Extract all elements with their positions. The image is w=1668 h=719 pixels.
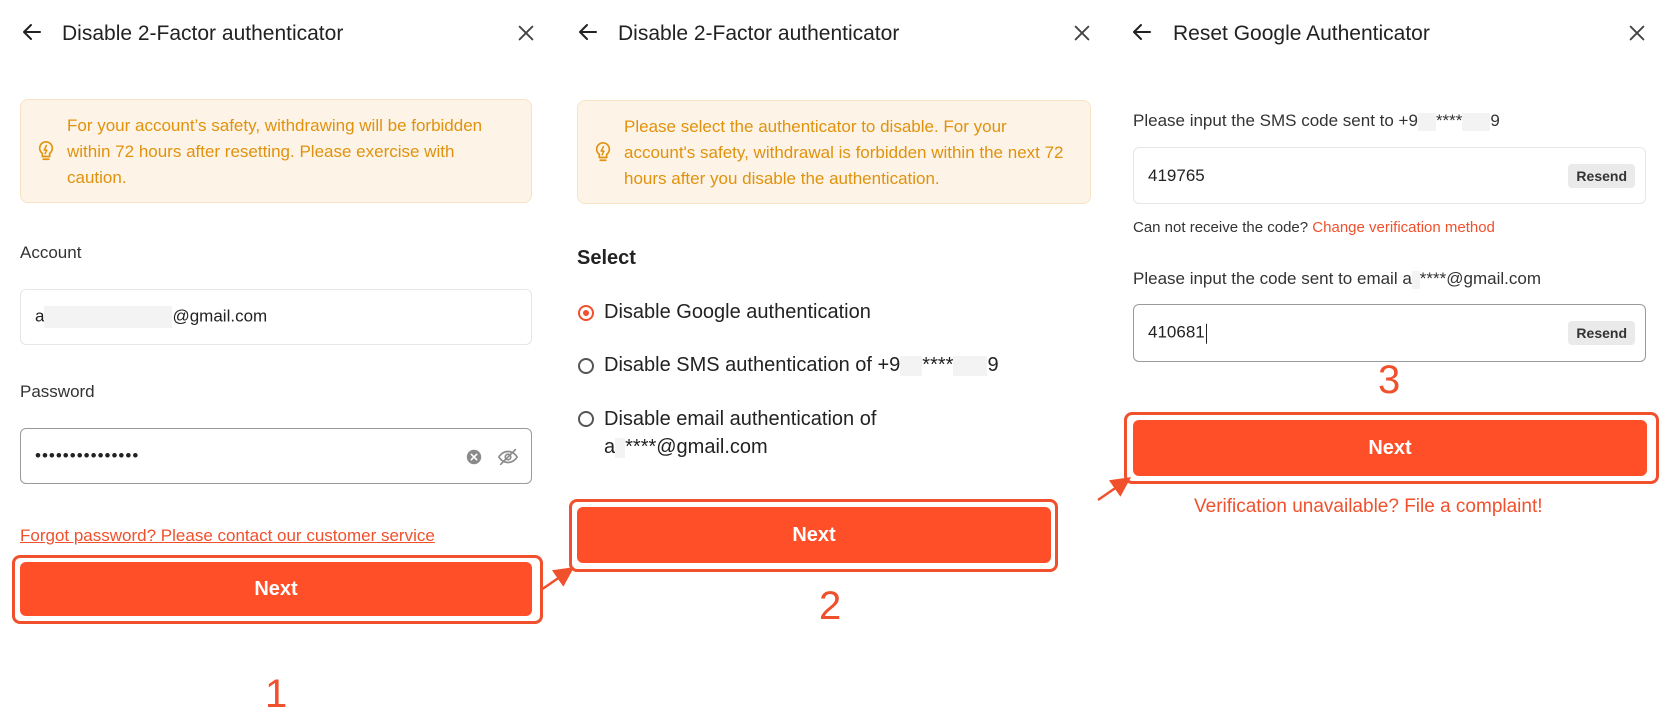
password-field[interactable]: ••••••••••••••• bbox=[20, 428, 532, 484]
notice-text: For your account’s safety, withdrawing w… bbox=[67, 116, 483, 187]
option-label: Disable SMS authentication of +9 bbox=[604, 354, 901, 376]
lightbulb-icon bbox=[595, 142, 611, 162]
next-button[interactable]: Next bbox=[577, 507, 1051, 563]
change-method-link[interactable]: Change verification method bbox=[1312, 219, 1495, 236]
radio-button[interactable] bbox=[578, 358, 594, 374]
account-prefix: a bbox=[35, 306, 45, 326]
radio-button[interactable] bbox=[578, 411, 594, 427]
back-arrow-icon[interactable] bbox=[20, 20, 44, 44]
sms-code-value: 419765 bbox=[1148, 165, 1205, 185]
option-label: Disable Google authentication bbox=[604, 301, 871, 323]
account-label: Account bbox=[20, 243, 82, 262]
redacted-mask bbox=[953, 355, 988, 376]
option-email[interactable]: Disable email authentication of a ****@gm… bbox=[578, 405, 876, 461]
option-label-end: 9 bbox=[987, 354, 999, 376]
page-title: Disable 2-Factor authenticator bbox=[618, 22, 900, 45]
redacted-mask bbox=[900, 355, 923, 376]
close-icon[interactable] bbox=[1071, 22, 1093, 44]
step-number: 1 bbox=[265, 672, 288, 716]
panel-reset-google-auth: Reset Google Authenticator Please input … bbox=[1112, 0, 1668, 719]
radio-button[interactable] bbox=[578, 305, 594, 321]
sms-code-label: Please input the SMS code sent to +9 ****… bbox=[1133, 111, 1500, 131]
redacted-mask bbox=[1462, 112, 1491, 131]
redacted-mask bbox=[1411, 270, 1420, 289]
email-code-input[interactable]: 410681 Resend bbox=[1133, 304, 1646, 362]
option-label-a: a bbox=[604, 436, 616, 458]
forgot-password-link[interactable]: Forgot password? Please contact our cust… bbox=[20, 526, 435, 546]
email-code-value: 410681 bbox=[1148, 322, 1205, 342]
text-cursor bbox=[1205, 323, 1207, 344]
password-label: Password bbox=[20, 382, 95, 401]
option-sms[interactable]: Disable SMS authentication of +9 **** 9 bbox=[578, 354, 999, 377]
select-label: Select bbox=[577, 247, 636, 269]
account-suffix: @gmail.com bbox=[172, 306, 268, 326]
sms-code-input[interactable]: 419765 Resend bbox=[1133, 147, 1646, 204]
step-number: 3 bbox=[1378, 358, 1401, 402]
back-arrow-icon[interactable] bbox=[1130, 20, 1154, 44]
next-button[interactable]: Next bbox=[1133, 420, 1647, 476]
redacted-mask bbox=[1417, 112, 1436, 131]
redacted-mask bbox=[615, 437, 626, 458]
account-field[interactable]: a @gmail.com bbox=[20, 289, 532, 345]
back-arrow-icon[interactable] bbox=[576, 20, 600, 44]
safety-notice: Please select the authenticator to disab… bbox=[577, 100, 1091, 204]
eye-off-icon[interactable] bbox=[497, 446, 519, 468]
safety-notice: For your account’s safety, withdrawing w… bbox=[20, 99, 532, 203]
step-number: 2 bbox=[819, 584, 842, 628]
page-title: Disable 2-Factor authenticator bbox=[62, 22, 344, 45]
resend-button[interactable]: Resend bbox=[1568, 321, 1635, 345]
panel-disable-2fa-login: Disable 2-Factor authenticator For your … bbox=[0, 0, 556, 719]
option-label-email: ****@gmail.com bbox=[625, 436, 768, 458]
no-code-row: Can not receive the code? Change verific… bbox=[1133, 219, 1495, 236]
page-title: Reset Google Authenticator bbox=[1173, 22, 1430, 45]
option-label: Disable email authentication of bbox=[604, 408, 877, 430]
panel-select-authenticator: Disable 2-Factor authenticator Please se… bbox=[556, 0, 1112, 719]
close-icon[interactable] bbox=[1626, 22, 1648, 44]
notice-text: Please select the authenticator to disab… bbox=[624, 117, 1064, 188]
password-value: ••••••••••••••• bbox=[35, 446, 140, 465]
lightbulb-icon bbox=[38, 141, 54, 161]
redacted-mask bbox=[44, 306, 173, 328]
clear-icon[interactable] bbox=[465, 448, 483, 466]
option-google[interactable]: Disable Google authentication bbox=[578, 301, 871, 324]
option-label-mask: **** bbox=[922, 354, 954, 376]
no-code-text: Can not receive the code? bbox=[1133, 219, 1309, 236]
file-complaint-link[interactable]: Verification unavailable? File a complai… bbox=[1194, 496, 1543, 518]
close-icon[interactable] bbox=[515, 22, 537, 44]
next-button[interactable]: Next bbox=[20, 562, 532, 616]
resend-button[interactable]: Resend bbox=[1568, 163, 1635, 188]
email-code-label: Please input the code sent to email a ***… bbox=[1133, 269, 1541, 289]
